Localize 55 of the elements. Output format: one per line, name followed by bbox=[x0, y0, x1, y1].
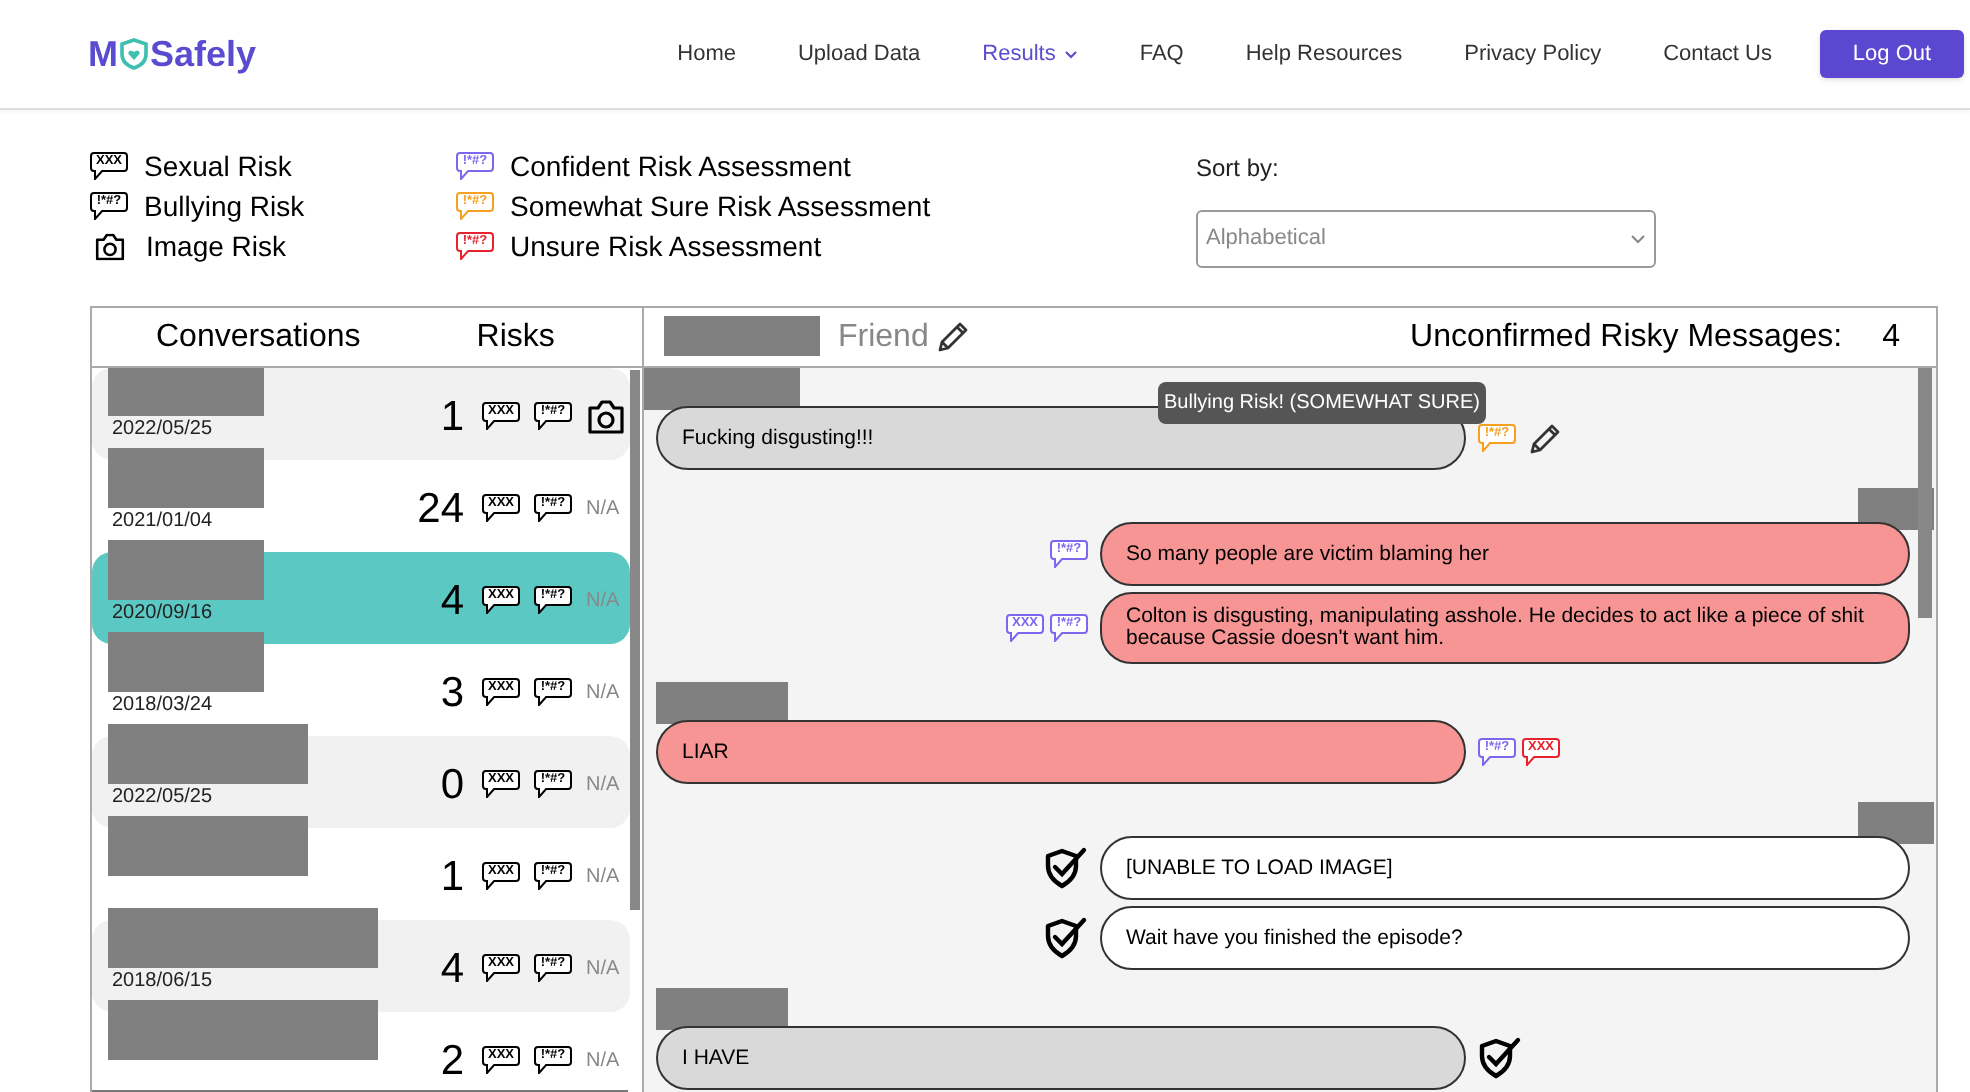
legend-label: Unsure Risk Assessment bbox=[510, 227, 822, 265]
nav-link[interactable]: Results bbox=[982, 37, 1078, 71]
legend-label: Bullying Risk bbox=[144, 187, 305, 226]
edit-icon[interactable] bbox=[1528, 421, 1562, 455]
nav-link[interactable]: Privacy Policy bbox=[1464, 37, 1602, 71]
risk-count: 1 bbox=[440, 391, 464, 443]
image-risk-text: N/A bbox=[586, 1047, 622, 1076]
message-bubble: I HAVE bbox=[656, 1026, 1466, 1090]
conversation-date: 2022/05/25 bbox=[112, 784, 213, 812]
risk-count: 2 bbox=[440, 1035, 464, 1087]
logout-button[interactable]: Log Out bbox=[1820, 30, 1964, 78]
sort-label: Sort by: bbox=[1196, 152, 1281, 186]
conversation-date: 2022/05/25 bbox=[112, 416, 213, 444]
legend-label: Confident Risk Assessment bbox=[510, 147, 851, 185]
image-risk-text: N/A bbox=[586, 863, 622, 892]
redaction-overlay bbox=[656, 682, 788, 724]
risk-count: 1 bbox=[440, 851, 464, 903]
risk-count: 0 bbox=[440, 759, 464, 811]
nav-link[interactable]: Home bbox=[677, 37, 736, 71]
risk-count: 4 bbox=[440, 943, 464, 995]
risk-count: 4 bbox=[440, 575, 464, 627]
edit-icon[interactable] bbox=[936, 320, 971, 354]
nav-link[interactable]: Upload Data bbox=[797, 37, 921, 71]
risk-count: 24 bbox=[417, 483, 464, 535]
message-bubble: Wait have you finished the episode? bbox=[1100, 906, 1910, 970]
redaction-overlay bbox=[656, 988, 788, 1030]
nav-link[interactable]: Contact Us bbox=[1663, 37, 1772, 71]
logo[interactable]: M Safely bbox=[88, 27, 257, 81]
message-bubble: [UNABLE TO LOAD IMAGE] bbox=[1100, 836, 1910, 900]
risk-count: 3 bbox=[440, 667, 464, 719]
column-header: Risks bbox=[476, 317, 555, 357]
message-bubble: Colton is disgusting, manipulating asshole. He decides to act like a piece of shit because Cassie doesn't want him. bbox=[1100, 592, 1910, 664]
column-header: Conversations bbox=[156, 317, 361, 357]
conversation-date: 2020/09/16 bbox=[112, 600, 213, 628]
camera-icon bbox=[94, 232, 126, 260]
chevron-icon bbox=[1630, 234, 1646, 244]
sort-dropdown[interactable]: Alphabetical bbox=[1196, 210, 1656, 268]
image-risk-text: N/A bbox=[586, 771, 622, 800]
image-risk-text: N/A bbox=[586, 495, 622, 524]
conversation-date: 2018/06/15 bbox=[112, 968, 213, 996]
contact-name: Friend bbox=[838, 317, 929, 357]
image-risk-text: N/A bbox=[586, 587, 622, 616]
conversation-date: 2021/01/04 bbox=[112, 508, 213, 536]
message-bubble: LIAR bbox=[656, 720, 1466, 784]
image-risk-text: N/A bbox=[586, 679, 622, 708]
nav-link[interactable]: Help Resources bbox=[1245, 37, 1403, 71]
nav-link[interactable]: FAQ bbox=[1139, 37, 1184, 71]
unconfirmed-label: Unconfirmed Risky Messages: bbox=[1410, 317, 1843, 357]
message-bubble: So many people are victim blaming her bbox=[1100, 522, 1910, 586]
conversation-date: 2018/03/24 bbox=[112, 692, 213, 720]
legend-label: Image Risk bbox=[146, 227, 287, 266]
legend-label: Sexual Risk bbox=[144, 147, 292, 185]
legend-label: Somewhat Sure Risk Assessment bbox=[510, 187, 931, 225]
unconfirmed-count: 4 bbox=[1882, 317, 1900, 357]
image-risk-text: N/A bbox=[586, 955, 622, 984]
